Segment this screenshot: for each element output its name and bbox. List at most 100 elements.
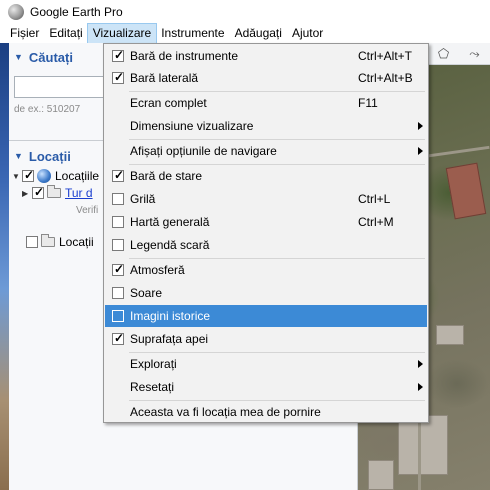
menu-item-water-surface[interactable]: Suprafața apei <box>105 328 427 350</box>
search-hint: de ex.: 510207 <box>14 104 81 115</box>
menu-adaugati-label: Adăugați <box>234 26 282 40</box>
tree-item-label: Locațiile <box>55 169 100 183</box>
checkbox-icon <box>112 216 124 228</box>
submenu-arrow-icon <box>418 360 423 368</box>
polygon-tool-icon[interactable]: ⬠ <box>436 46 452 61</box>
places-tree-row[interactable]: Locații <box>16 234 94 250</box>
checkbox-icon <box>112 262 124 276</box>
places-tree-row[interactable]: ▼ Locațiile <box>12 168 99 184</box>
menu-adaugati[interactable]: Adăugați <box>230 24 287 43</box>
menu-item-label: Dimensiune vizualizare <box>130 119 254 133</box>
menu-item-reset[interactable]: Resetați <box>105 376 427 398</box>
menu-item-label: Resetați <box>130 380 175 394</box>
menu-item-label: Bară de instrumente <box>130 49 239 63</box>
submenu-arrow-icon <box>418 147 423 155</box>
menu-item-sun[interactable]: Soare <box>105 282 427 304</box>
menu-item-shortcut: Ctrl+L <box>358 192 391 206</box>
path-tool-icon[interactable]: ⤳ <box>467 46 483 61</box>
title-bar: Google Earth Pro <box>0 0 490 24</box>
folder-icon <box>41 234 55 247</box>
places-tree-row[interactable]: ▶ Tur d <box>22 185 93 201</box>
menu-item-label: Atmosferă <box>130 263 185 277</box>
menu-item-label: Bară laterală <box>130 71 199 85</box>
menu-item-label: Ecran complet <box>130 96 207 110</box>
menu-editati-label: Editați <box>49 26 83 40</box>
submenu-arrow-icon <box>418 122 423 130</box>
menu-fisier[interactable]: Fișier <box>5 24 44 43</box>
menu-item-fullscreen[interactable]: Ecran complet F11 <box>105 92 427 114</box>
menu-item-label: Aceasta va fi locația mea de pornire <box>130 405 321 419</box>
collapse-triangle-icon: ▼ <box>14 52 23 62</box>
menu-item-scale-legend[interactable]: Legendă scară <box>105 234 427 256</box>
checkbox-icon <box>112 70 124 84</box>
menu-item-label: Explorați <box>130 357 177 371</box>
checkbox-icon <box>112 287 124 299</box>
menu-item-label: Afișați opțiunile de navigare <box>130 144 277 158</box>
tree-item-link[interactable]: Tur d <box>65 186 93 200</box>
menu-bar: Fișier Editați Vizualizare Instrumente A… <box>0 23 490 44</box>
menu-item-set-start-location[interactable]: Aceasta va fi locația mea de pornire <box>105 401 427 423</box>
checkbox-icon <box>112 239 124 251</box>
checkbox-icon[interactable] <box>32 185 44 199</box>
view-dropdown-menu: Bară de instrumente Ctrl+Alt+T Bară late… <box>103 43 429 423</box>
google-earth-logo-icon <box>8 4 24 20</box>
map-toolbar: ⬠ ⤳ <box>428 43 490 65</box>
menu-instrumente-label: Instrumente <box>161 26 225 40</box>
menu-item-shortcut: Ctrl+M <box>358 215 394 229</box>
tree-expander-icon[interactable]: ▶ <box>22 189 32 198</box>
submenu-arrow-icon <box>418 383 423 391</box>
places-panel-title: Locații <box>28 148 71 164</box>
menu-item-historical-imagery[interactable]: Imagini istorice <box>105 305 427 327</box>
search-panel-header[interactable]: ▼ Căutați <box>9 46 104 68</box>
building <box>436 325 464 345</box>
menu-item-grid[interactable]: Grilă Ctrl+L <box>105 188 427 210</box>
menu-item-label: Soare <box>130 286 163 300</box>
menu-vizualizare-label: Vizualizare <box>92 26 152 40</box>
folder-icon <box>47 185 61 198</box>
collapse-triangle-icon: ▼ <box>14 151 23 161</box>
checkbox-icon <box>112 168 124 182</box>
search-panel-title: Căutați <box>28 49 73 65</box>
menu-item-overview-map[interactable]: Hartă generală Ctrl+M <box>105 211 427 233</box>
menu-item-navigation-options[interactable]: Afișați opțiunile de navigare <box>105 140 427 162</box>
menu-item-atmosphere[interactable]: Atmosferă <box>105 259 427 281</box>
menu-item-shortcut: Ctrl+Alt+T <box>358 49 413 63</box>
menu-instrumente[interactable]: Instrumente <box>156 24 229 43</box>
search-input[interactable] <box>14 76 104 98</box>
tree-item-description: Verifi <box>76 204 99 216</box>
building <box>398 415 448 475</box>
menu-item-label: Imagini istorice <box>130 309 211 323</box>
menu-item-label: Grilă <box>130 192 156 206</box>
menu-item-status-bar[interactable]: Bară de stare <box>105 165 427 187</box>
checkbox-icon <box>112 48 124 62</box>
menu-item-view-size[interactable]: Dimensiune vizualizare <box>105 115 427 137</box>
tree-item-label: Locații <box>59 235 94 249</box>
tree-expander-icon[interactable]: ▼ <box>12 172 22 181</box>
building <box>368 460 394 490</box>
earth-background-strip <box>0 43 9 490</box>
checkbox-icon[interactable] <box>22 168 34 182</box>
menu-item-shortcut: Ctrl+Alt+B <box>358 71 413 85</box>
menu-item-label: Legendă scară <box>130 238 210 252</box>
window-title: Google Earth Pro <box>30 5 123 19</box>
checkbox-icon <box>112 310 124 322</box>
menu-item-sidebar[interactable]: Bară laterală Ctrl+Alt+B <box>105 67 427 89</box>
checkbox-icon <box>112 193 124 205</box>
menu-item-label: Suprafața apei <box>130 332 209 346</box>
menu-item-label: Hartă generală <box>130 215 210 229</box>
places-tree-row: Verifi <box>76 202 98 218</box>
menu-fisier-label: Fișier <box>10 26 40 40</box>
panel-divider <box>9 140 104 141</box>
checkbox-icon[interactable] <box>26 236 38 248</box>
menu-ajutor[interactable]: Ajutor <box>287 24 328 43</box>
menu-item-label: Bară de stare <box>130 169 203 183</box>
globe-icon <box>37 169 51 183</box>
menu-item-shortcut: F11 <box>358 96 378 110</box>
menu-item-explore[interactable]: Explorați <box>105 353 427 375</box>
menu-editati[interactable]: Editați <box>44 24 87 43</box>
menu-vizualizare[interactable]: Vizualizare <box>86 23 158 44</box>
building <box>445 162 487 220</box>
places-panel-header[interactable]: ▼ Locații <box>9 145 104 167</box>
menu-item-toolbar[interactable]: Bară de instrumente Ctrl+Alt+T <box>105 45 427 67</box>
menu-ajutor-label: Ajutor <box>291 26 324 40</box>
